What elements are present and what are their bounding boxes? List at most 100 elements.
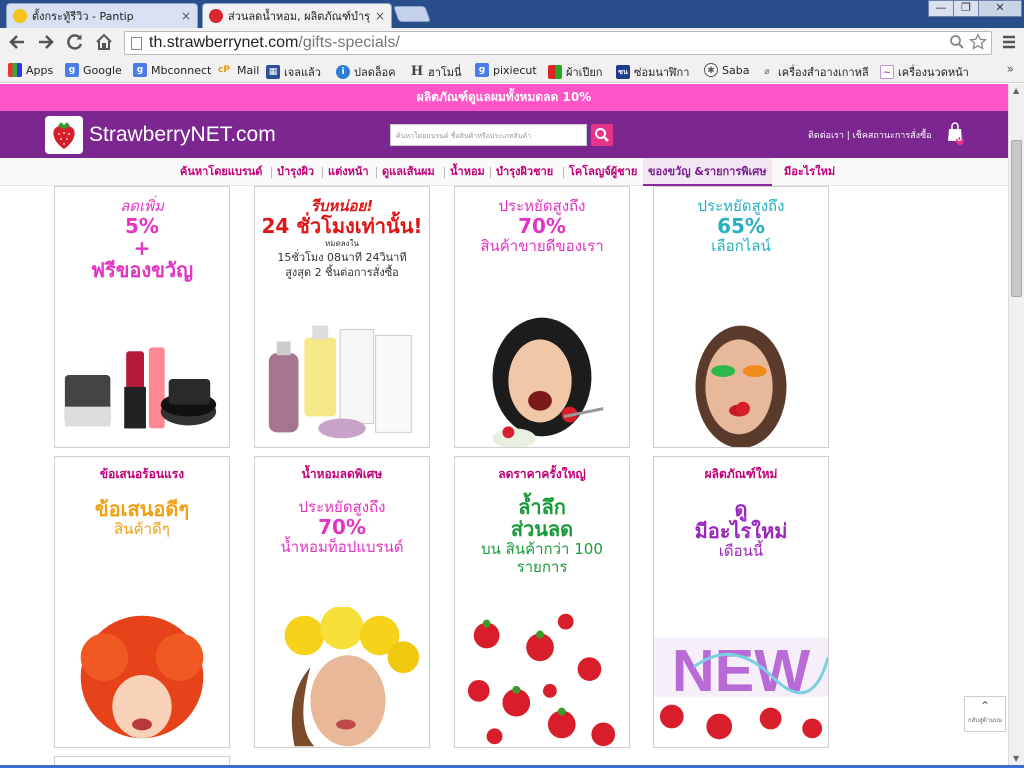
promo-banner[interactable]: ผลิตภัณฑ์ดูแลผมทั้งหมดลด 10%: [0, 84, 1008, 111]
nav-fragrance[interactable]: น้ำหอม: [450, 158, 485, 186]
close-tab-icon[interactable]: ×: [181, 9, 191, 23]
nav-mens-cologne[interactable]: โคโลญจ์ผู้ชาย: [569, 158, 637, 186]
promo-card-hot-deals[interactable]: ข้อเสนอร้อนแรง ข้อเสนอดีๆ สินค้าดีๆ: [54, 456, 230, 748]
promo-card-extra-5[interactable]: ลดเพิ่ม 5% + ฟรีของขวัญ: [54, 186, 230, 448]
menu-icon[interactable]: [1002, 34, 1016, 54]
card-title: ลดราคาครั้งใหญ่: [498, 467, 586, 481]
promo-card-24h-deal[interactable]: รีบหน่อย! 24 ชั่วโมงเท่านั้น! หมดลงใน 15…: [254, 186, 430, 448]
promo-card-bestsellers-70[interactable]: ประหยัดสูงถึง 70% สินค้าขายดีของเรา: [454, 186, 630, 448]
site-search-input[interactable]: ค้นหาโดยแบรนด์ ชื่อสินค้าหรือประเภทสินค้…: [390, 124, 587, 146]
bookmark-label: Mbconnect: [151, 63, 212, 77]
site-favicon-icon: ~: [880, 65, 894, 79]
strawberry-favicon-icon: [209, 9, 223, 23]
bookmarks-overflow-button[interactable]: »: [1007, 62, 1014, 76]
bookmark-korean-cosmetics[interactable]: ⌀ เครื่องสำอางเกาหลี: [760, 63, 869, 81]
tab-strawberrynet[interactable]: ส่วนลดน้ำหอม, ผลิตภัณฑ์บำรุ ×: [202, 3, 392, 28]
bookmark-mail[interactable]: cP Mail: [215, 63, 259, 77]
search-icon: [595, 128, 609, 142]
nav-makeup[interactable]: แต่งหน้า: [328, 158, 369, 186]
search-button[interactable]: [591, 124, 613, 146]
bookmark-pixiecut[interactable]: g pixiecut: [475, 63, 537, 77]
card-title: ข้อเสนอร้อนแรง: [99, 467, 185, 481]
nav-mens-skincare[interactable]: บำรุงผิวชาย: [496, 158, 553, 186]
bookmark-label: ซ่อมนาฬิกา: [634, 66, 690, 79]
bookmark-unlock[interactable]: i ปลดล็อค: [336, 63, 396, 81]
header-links[interactable]: ติดต่อเรา | เช็คสถานะการสั่งซื้อ: [808, 128, 932, 142]
bookmark-label: Google: [83, 63, 122, 77]
url-path: /gifts-specials/: [298, 34, 400, 51]
nav-haircare[interactable]: ดูแลเส้นผม: [382, 158, 435, 186]
bookmark-saba[interactable]: ✱ Saba: [704, 63, 749, 77]
card-line: 5%: [125, 214, 159, 238]
red-curly-hair-woman-image: [80, 615, 204, 739]
back-to-top-button[interactable]: ⌃ กลับสู่ด้านบน: [964, 696, 1006, 732]
reload-icon[interactable]: [64, 33, 86, 55]
scrollbar-thumb[interactable]: [1011, 140, 1022, 297]
nav-skincare[interactable]: บำรุงผิว: [277, 158, 314, 186]
promo-card-perfume-sale[interactable]: น้ำหอมลดพิเศษ ประหยัดสูงถึง 70% น้ำหอมท็…: [254, 456, 430, 748]
search-icon[interactable]: [949, 34, 965, 50]
home-icon[interactable]: [93, 33, 115, 55]
card-line: รีบหน่อย!: [310, 197, 374, 215]
nav-whats-new[interactable]: มีอะไรใหม่: [784, 158, 835, 186]
nav-gifts-specials[interactable]: ของขวัญ &รายการพิเศษ: [643, 158, 772, 186]
maximize-button[interactable]: ❐: [953, 0, 979, 17]
scroll-up-arrow-icon[interactable]: ▲: [1013, 86, 1019, 95]
card-text: ดู มีอะไรใหม่ เดือนนี้: [654, 498, 828, 560]
card-line: บน สินค้ากว่า 100: [481, 540, 603, 558]
card-line: +: [133, 236, 151, 260]
flag-icon: [548, 65, 562, 79]
bookmark-harmony[interactable]: H ฮาโมนี่: [410, 63, 462, 81]
browser-toolbar: th.strawberrynet.com/gifts-specials/: [0, 28, 1024, 58]
nav-shop-by-brand[interactable]: ค้นหาโดยแบรนด์: [180, 158, 262, 186]
close-window-button[interactable]: ✕: [978, 0, 1022, 17]
page-scrollbar[interactable]: ▲ ▼: [1008, 84, 1024, 768]
google-icon: g: [475, 63, 489, 77]
bookmark-label: ปลดล็อค: [354, 66, 396, 79]
shopping-bag-icon: [948, 122, 964, 145]
scroll-down-arrow-icon[interactable]: ▼: [1013, 754, 1019, 763]
star-bookmark-icon[interactable]: [969, 32, 987, 51]
nav-divider: [490, 167, 491, 178]
forward-arrow-icon[interactable]: [35, 33, 57, 55]
bookmark-watch-repair[interactable]: ซน ซ่อมนาฬิกา: [616, 63, 689, 81]
card-text: ล้ำลึก ส่วนลด บน สินค้ากว่า 100 รายการ: [455, 496, 629, 576]
card-text: รีบหน่อย! 24 ชั่วโมงเท่านั้น! หมดลงใน 15…: [255, 197, 429, 280]
info-icon: i: [336, 65, 350, 79]
nav-divider: [322, 167, 323, 178]
tab-pantip[interactable]: ตั้งกระทู้รีวิว - Pantip ×: [6, 3, 198, 28]
card-line: เดือนนี้: [718, 542, 764, 560]
cart-button[interactable]: 0: [946, 121, 966, 145]
bookmark-google[interactable]: g Google: [65, 63, 122, 77]
card-line: 65%: [717, 214, 765, 238]
site-logo[interactable]: StrawberryNET.com: [45, 116, 276, 154]
address-bar[interactable]: th.strawberrynet.com/gifts-specials/: [124, 31, 992, 55]
card-line: 70%: [318, 515, 366, 539]
back-arrow-icon[interactable]: [6, 33, 28, 55]
nav-divider: [563, 167, 564, 178]
nav-divider: [376, 167, 377, 178]
flower-crown-woman-image: [284, 607, 420, 747]
bookmark-gel[interactable]: ▦ เจลแล้ว: [266, 63, 321, 81]
promo-card-big-sale[interactable]: ลดราคาครั้งใหญ่ ล้ำลึก ส่วนลด บน สินค้าก…: [454, 456, 630, 748]
bookmark-face-massager[interactable]: ~ เครื่องนวดหน้า: [880, 63, 969, 81]
bookmark-mbconnect[interactable]: g Mbconnect: [133, 63, 211, 77]
promo-card-new-products[interactable]: ผลิตภัณฑ์ใหม่ ดู มีอะไรใหม่ เดือนนี้ NEW: [653, 456, 829, 748]
bookmark-label: เครื่องนวดหน้า: [898, 66, 969, 79]
bookmark-label: เครื่องสำอางเกาหลี: [778, 66, 869, 79]
skincare-products-image: [268, 325, 412, 439]
card-line: หมดลงใน: [325, 239, 359, 248]
cart-count: 0: [957, 135, 962, 143]
minimize-button[interactable]: —: [928, 0, 954, 17]
bookmark-label: pixiecut: [493, 63, 537, 77]
promo-card-select-lines-65[interactable]: ประหยัดสูงถึง 65% เลือกไลน์: [653, 186, 829, 448]
new-tab-button[interactable]: [393, 6, 431, 22]
cp-mail-icon: cP: [218, 65, 230, 75]
logo-text: StrawberryNET.com: [89, 123, 276, 146]
card-line: รายการ: [516, 558, 568, 576]
bookmark-wipes[interactable]: ผ้าเปียก: [548, 63, 602, 81]
card-text: ประหยัดสูงถึง 70% สินค้าขายดีของเรา: [455, 197, 629, 255]
close-tab-icon[interactable]: ×: [375, 9, 385, 23]
bookmark-apps[interactable]: Apps: [8, 63, 53, 77]
card-line: สูงสุด 2 ชิ้นต่อการสั่งซื้อ: [285, 266, 399, 279]
